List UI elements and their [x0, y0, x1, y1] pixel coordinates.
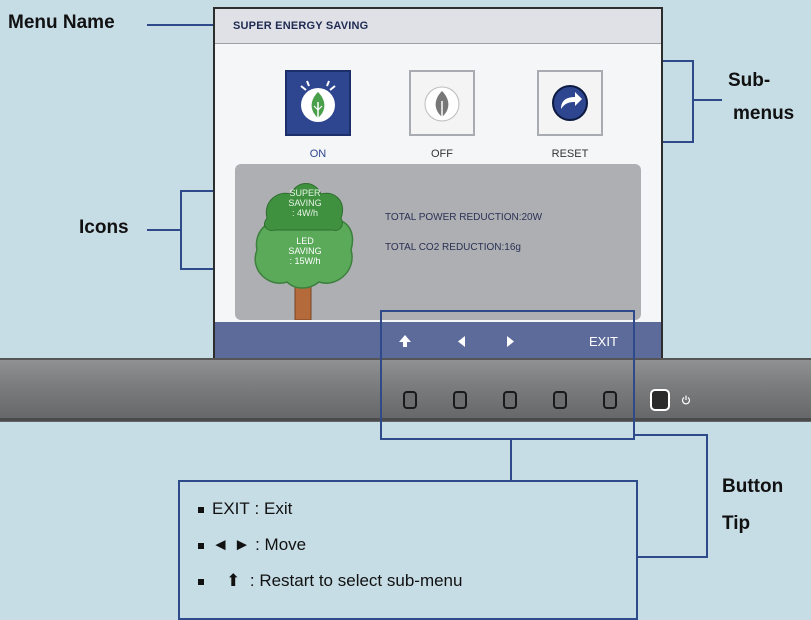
icons-leader-bottom — [180, 268, 214, 270]
tip-bullet — [198, 506, 204, 513]
power-button[interactable] — [650, 389, 670, 411]
option-off-button[interactable] — [409, 70, 475, 136]
tip-key-move: ◄ ► — [212, 535, 251, 554]
submenus-leader-top — [663, 60, 694, 62]
icons-callout: Icons — [79, 217, 129, 238]
tip-desc-exit: : Exit — [254, 499, 293, 518]
option-off-label: OFF — [431, 148, 453, 160]
right-arrow-icon — [507, 336, 514, 347]
hw-button-3[interactable] — [503, 391, 517, 409]
menu-name-leader — [147, 24, 213, 26]
tip-row-move: ◄ ► : Move — [198, 535, 306, 555]
buttons-bracket-right — [633, 310, 635, 440]
up-arrow-icon — [399, 335, 411, 347]
submenus-leader-stem — [692, 99, 722, 101]
option-reset-label: RESET — [551, 148, 589, 160]
buttons-bracket-bottom — [380, 438, 635, 440]
hw-button-4[interactable] — [553, 391, 567, 409]
left-arrow-icon — [458, 336, 465, 347]
tip-key-exit: EXIT — [212, 499, 250, 518]
tree-super-saving-text: SUPER SAVING : 4W/h — [269, 188, 341, 218]
led-saving-line3: : 15W/h — [289, 256, 321, 266]
menu-name-callout: Menu Name — [8, 12, 115, 33]
co2-reduction-text: TOTAL CO2 REDUCTION:16g — [385, 242, 521, 253]
monitor-bezel-edge — [0, 418, 811, 421]
leaf-on-icon — [300, 80, 336, 122]
reset-arrow-icon — [552, 85, 588, 121]
submenus-callout-line1: Sub- — [728, 70, 771, 91]
submenus-leader-bottom — [663, 141, 694, 143]
monitor-bezel — [0, 358, 811, 422]
power-reduction-text: TOTAL POWER REDUCTION:20W — [385, 212, 543, 223]
led-saving-line1: LED — [296, 236, 314, 246]
tree-led-saving-text: LED SAVING : 15W/h — [269, 236, 341, 266]
submenus-leader-bracket — [692, 60, 694, 143]
menu-title: SUPER ENERGY SAVING — [233, 20, 369, 32]
icons-leader-stem — [147, 229, 181, 231]
super-saving-line1: SUPER — [289, 188, 321, 198]
tip-callout-top — [633, 434, 708, 436]
tip-callout-bottom — [638, 556, 708, 558]
osd-titlebar: SUPER ENERGY SAVING — [215, 9, 661, 44]
button-tip-callout-line1: Button — [722, 476, 784, 497]
tip-desc-restart: : Restart to select sub-menu — [249, 571, 463, 590]
hw-button-2[interactable] — [453, 391, 467, 409]
submenus-callout-line2: menus — [733, 103, 795, 124]
buttons-bracket-left — [380, 310, 382, 440]
tip-bullet — [198, 542, 204, 549]
super-saving-line2: SAVING — [288, 198, 322, 208]
buttons-bracket-top — [380, 310, 635, 312]
tip-row-exit: EXIT : Exit — [198, 499, 292, 519]
icons-leader-top — [180, 190, 214, 192]
tip-callout-bracket — [706, 434, 708, 558]
osd-exit-label: EXIT — [589, 334, 618, 349]
osd-body: ON OFF RESET SUPER SAVING: 4W/h LED SAV… — [215, 44, 661, 322]
power-icon — [681, 395, 691, 405]
savings-info-panel: SUPER SAVING : 4W/h LED SAVING : 15W/h T… — [235, 164, 641, 320]
tip-key-restart: ⬆ — [226, 571, 241, 590]
option-on-button[interactable] — [285, 70, 351, 136]
tip-row-restart: ⬆ : Restart to select sub-menu — [198, 571, 462, 591]
button-tip-callout-line2: Tip — [722, 513, 751, 534]
hw-button-menu[interactable] — [403, 391, 417, 409]
osd-button-guide: EXIT — [215, 322, 661, 360]
led-saving-line2: SAVING — [288, 246, 322, 256]
hw-button-5[interactable] — [603, 391, 617, 409]
leaf-off-icon — [424, 86, 460, 122]
icons-leader-bracket — [180, 190, 182, 270]
tip-bullet — [198, 578, 204, 585]
tip-desc-move: : Move — [255, 535, 307, 554]
super-saving-line3: : 4W/h — [291, 208, 318, 218]
option-reset-button[interactable] — [537, 70, 603, 136]
option-on-label: ON — [309, 148, 327, 160]
buttons-to-tip-stem — [510, 440, 512, 480]
osd-window: SUPER ENERGY SAVING ON OFF RESET SUPER S… — [213, 7, 663, 360]
